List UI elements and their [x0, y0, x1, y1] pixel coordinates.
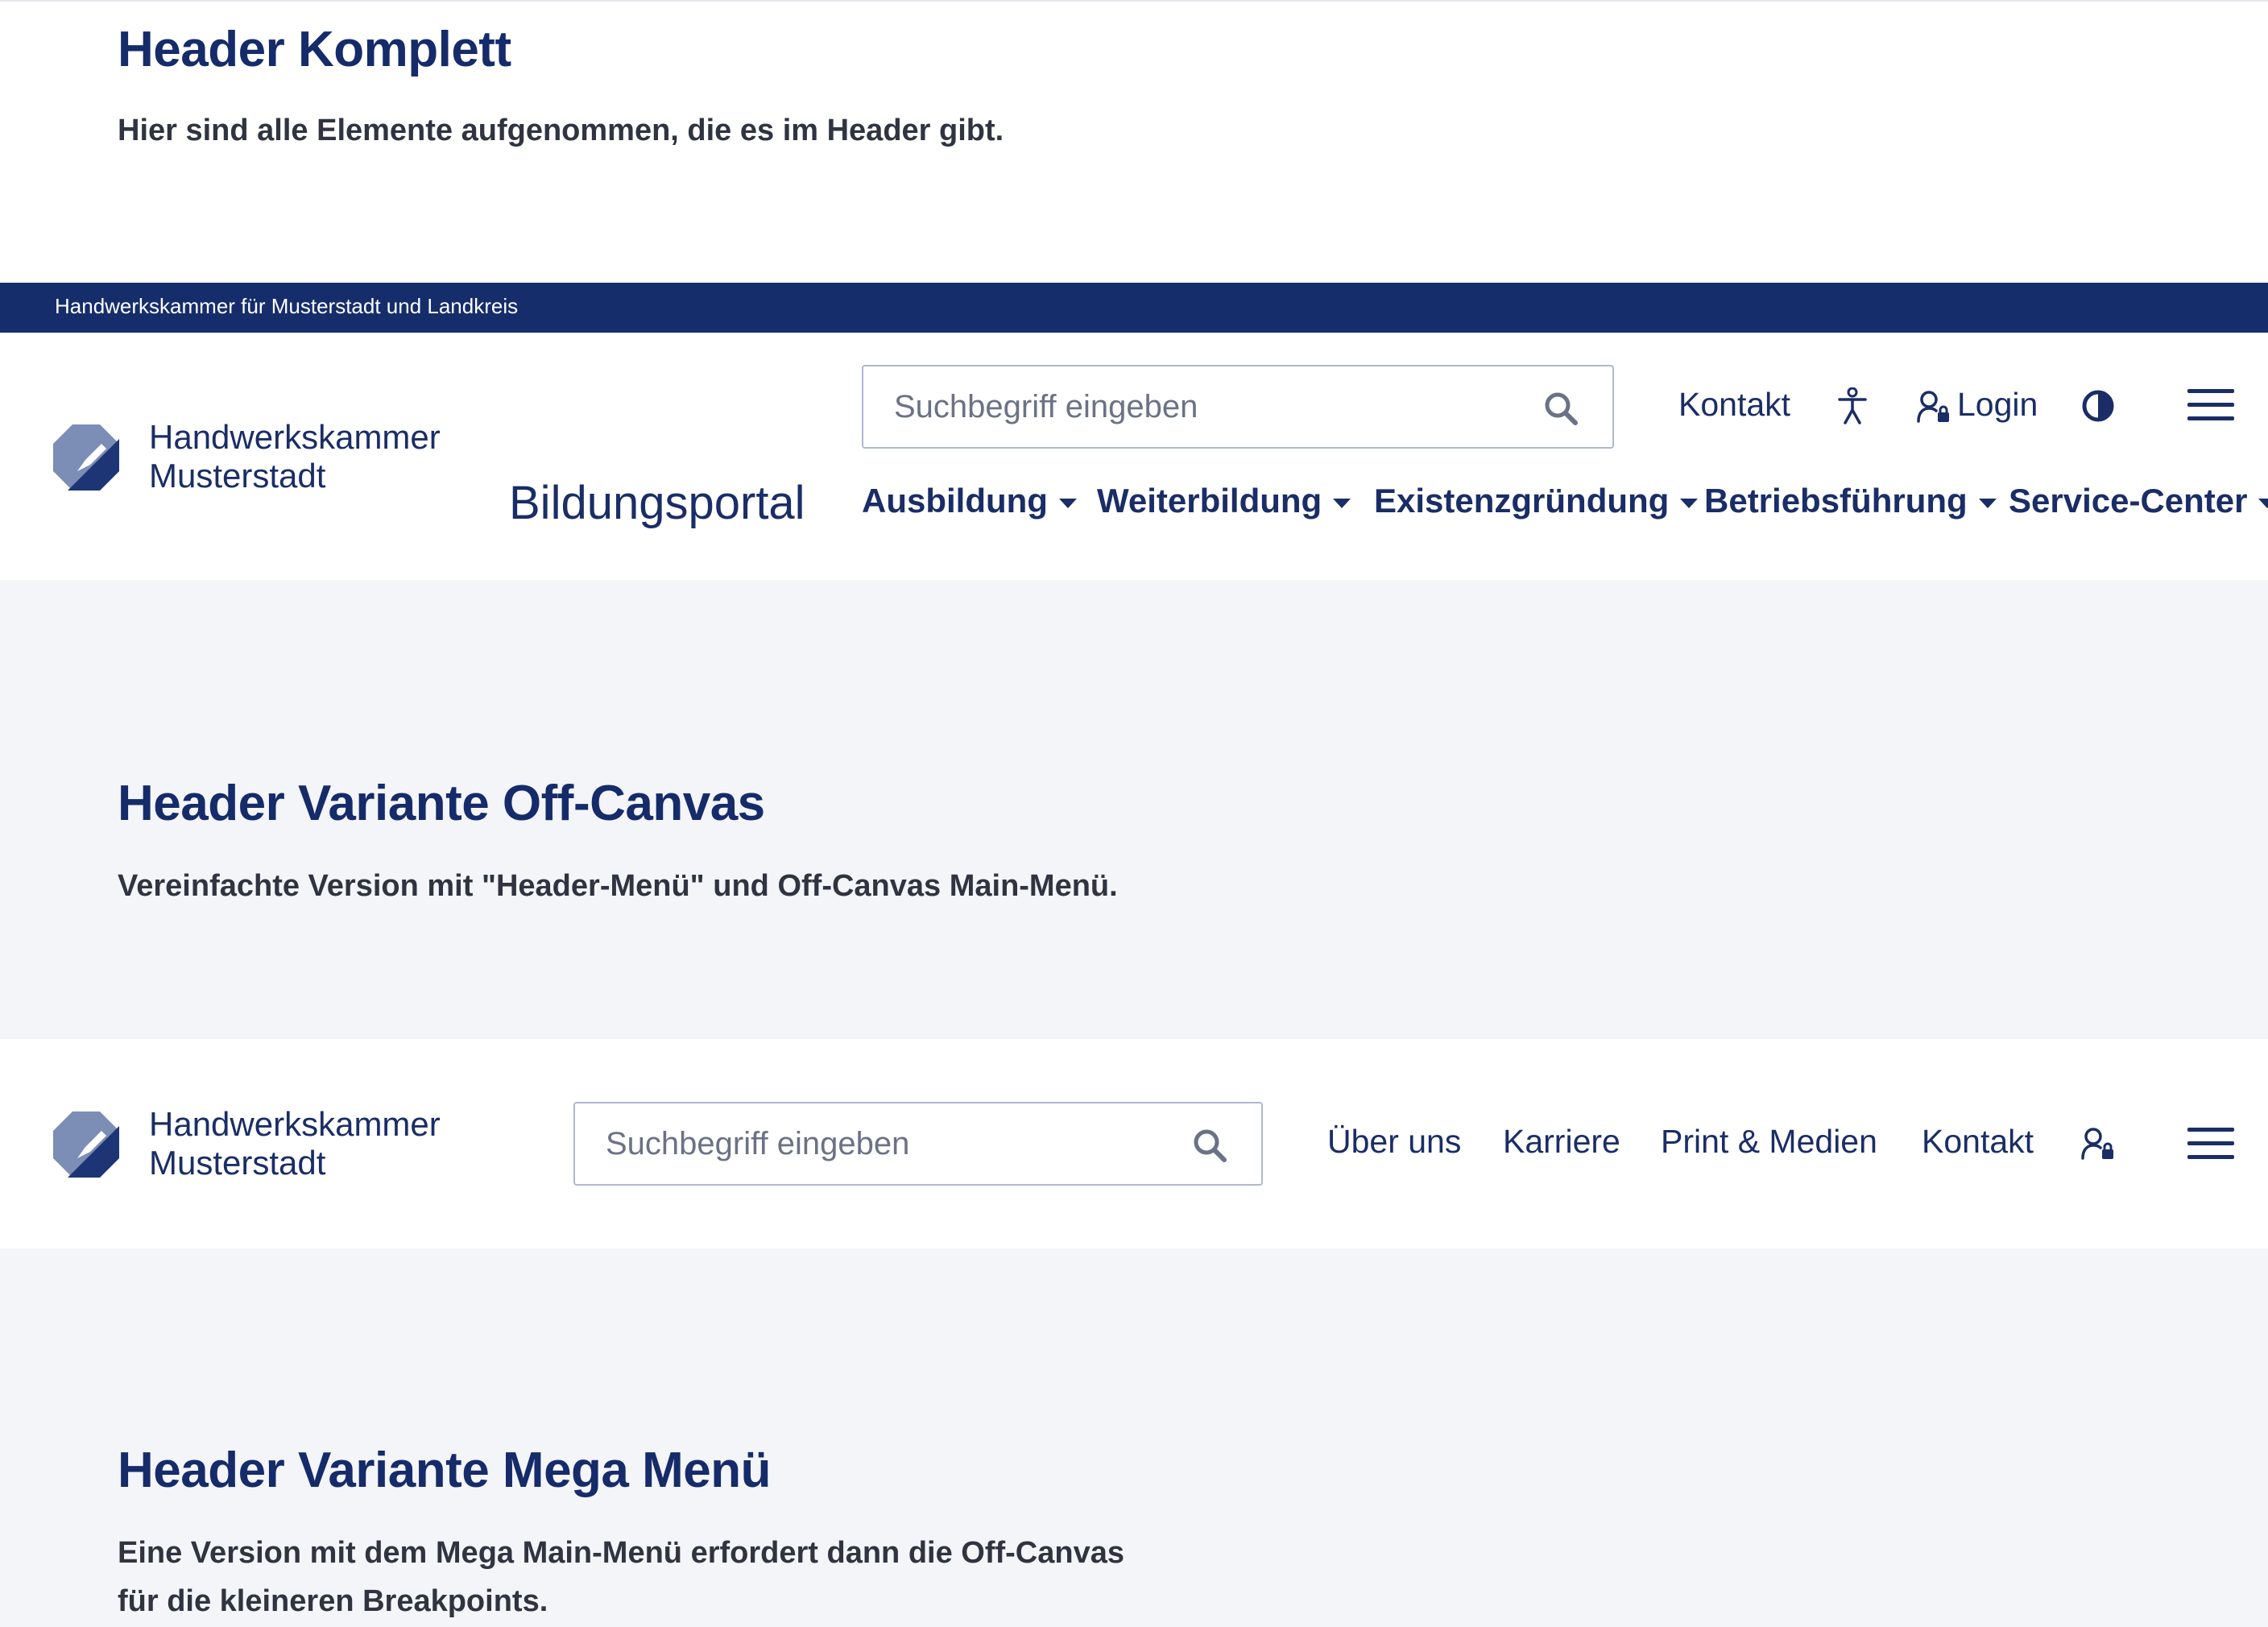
section-header-mega: Header Variante Mega Menü Eine Version m…: [0, 1248, 2268, 1627]
user-lock-icon[interactable]: [1917, 391, 1951, 423]
topbar-text: Handwerkskammer für Musterstadt und Land…: [55, 294, 519, 318]
section-title: Header Variante Off-Canvas: [118, 776, 765, 831]
search-icon[interactable]: [1543, 391, 1579, 426]
logo-line-2: Musterstadt: [149, 1144, 326, 1182]
user-lock-icon[interactable]: [2081, 1128, 2115, 1160]
search-icon[interactable]: [1192, 1128, 1227, 1163]
accessibility-icon[interactable]: [1836, 387, 1869, 424]
caret-down-icon: [1333, 498, 1351, 508]
search-box: [862, 365, 1614, 449]
link-karriere[interactable]: Karriere: [1503, 1123, 1620, 1161]
nav-label: Betriebsführung: [1704, 482, 1968, 520]
page: Header Komplett Hier sind alle Elemente …: [0, 0, 2268, 1627]
search-box: [573, 1102, 1263, 1186]
caret-down-icon: [1680, 498, 1699, 508]
caret-down-icon: [1978, 498, 1997, 508]
section-title: Header Komplett: [118, 22, 511, 77]
nav-item-service-center[interactable]: Service-Center: [2009, 482, 2268, 520]
menu-icon[interactable]: [2187, 389, 2234, 421]
contact-link[interactable]: Kontakt: [1678, 386, 1790, 424]
topbar: Handwerkskammer für Musterstadt und Land…: [0, 283, 2268, 333]
nav-label: Ausbildung: [862, 482, 1048, 520]
section-description-line-1: Eine Version mit dem Mega Main-Menü erfo…: [118, 1536, 1124, 1570]
section-header-offcanvas: Header Variante Off-Canvas Vereinfachte …: [0, 580, 2268, 1039]
hwk-logo-icon[interactable]: [53, 424, 119, 491]
logo-line-2: Musterstadt: [149, 457, 326, 495]
caret-down-icon: [2258, 498, 2268, 508]
section-header-complete: Header Komplett Hier sind alle Elemente …: [0, 2, 2268, 283]
logo-line-1: Handwerkskammer: [149, 418, 441, 456]
contrast-icon[interactable]: [2081, 389, 2115, 423]
link-ueber-uns[interactable]: Über uns: [1327, 1123, 1461, 1161]
hwk-logo-icon[interactable]: [53, 1112, 119, 1178]
nav-item-ausbildung[interactable]: Ausbildung: [862, 482, 1077, 520]
link-kontakt[interactable]: Kontakt: [1922, 1123, 2034, 1161]
nav-item-existenzgruendung[interactable]: Existenzgründung: [1374, 482, 1699, 520]
nav-label: Existenzgründung: [1374, 482, 1670, 520]
logo-text[interactable]: Handwerkskammer Musterstadt: [149, 418, 441, 495]
section-description-line-2: für die kleineren Breakpoints.: [118, 1584, 548, 1618]
link-print-medien[interactable]: Print & Medien: [1661, 1123, 1877, 1161]
logo-text[interactable]: Handwerkskammer Musterstadt: [149, 1105, 441, 1182]
search-input[interactable]: [606, 1103, 1155, 1184]
section-description: Eine Version mit dem Mega Main-Menü erfo…: [118, 1529, 1165, 1625]
login-link[interactable]: Login: [1957, 386, 2038, 424]
nav-label: Weiterbildung: [1097, 482, 1322, 520]
portal-name: Bildungsportal: [509, 477, 805, 529]
header-offcanvas: Handwerkskammer Musterstadt Über uns Kar…: [0, 1039, 2268, 1248]
logo-line-1: Handwerkskammer: [149, 1105, 441, 1143]
caret-down-icon: [1058, 498, 1077, 508]
menu-icon[interactable]: [2187, 1128, 2234, 1160]
header-complete: Handwerkskammer Musterstadt Bildungsport…: [0, 333, 2268, 580]
section-description: Hier sind alle Elemente aufgenommen, die…: [118, 114, 1004, 147]
nav-label: Service-Center: [2009, 482, 2248, 520]
section-description: Vereinfachte Version mit "Header-Menü" u…: [118, 869, 1118, 903]
nav-item-betriebsfuehrung[interactable]: Betriebsführung: [1704, 482, 1997, 520]
nav-item-weiterbildung[interactable]: Weiterbildung: [1097, 482, 1351, 520]
section-title: Header Variante Mega Menü: [118, 1443, 772, 1498]
search-input[interactable]: [894, 366, 1493, 447]
